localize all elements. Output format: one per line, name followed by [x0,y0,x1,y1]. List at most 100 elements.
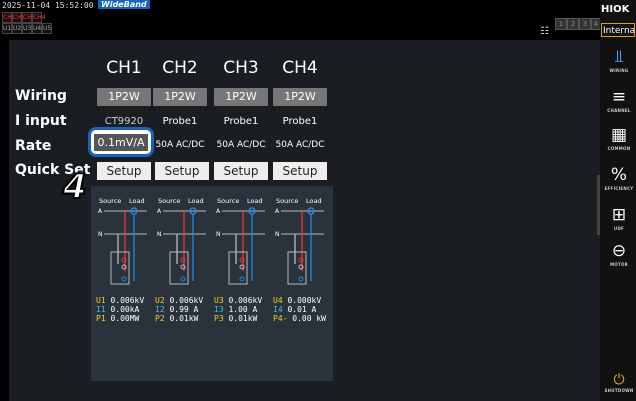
wiring-button-ch4[interactable]: 1P2W [273,88,327,106]
slot-indicator: 1 [555,18,567,30]
wiring-diagram-svg: Source LoadANSource LoadANSource LoadANSour… [98,197,324,285]
rate-ch2[interactable]: 50A AC/DC [150,140,210,150]
step-number: 4 [62,166,88,208]
reading-label: U2 [155,296,165,305]
wiring-subdiagram: Source Load A N [275,197,324,285]
sidebar-item-label: CHANNEL [607,108,631,113]
shutdown-icon: ⏻ [613,372,625,388]
neutral-label: N [275,231,280,238]
channel-header: CH3 [223,58,259,78]
phase-a-label: A [98,208,103,215]
reading-label: P4- [273,314,288,323]
mode-indicator[interactable]: Interna [601,23,635,37]
source-label: Source [217,197,239,205]
wiring-label: Wiring [15,88,67,104]
sidebar-item-shutdown[interactable]: ⏻ SHUTDOWN [603,372,635,393]
reading-value: 0.00kA [110,305,140,314]
reading-label: I3 [214,305,224,314]
range-indicator: U1 [2,23,12,34]
reading-value: 0.01kW [169,314,199,323]
reading-label: P2 [155,314,165,323]
reading-label: U4 [273,296,283,305]
i-input-label: I input [15,113,67,129]
reading-value: 0.006kV [228,296,263,305]
rate-ch3[interactable]: 50A AC/DC [211,140,271,150]
setup-button-ch1[interactable]: Setup [97,162,151,180]
sidebar-item-label: MOTOR [609,262,629,267]
channel-header: CH4 [282,58,318,78]
reading-label: U3 [214,296,224,305]
reading-label: P1 [96,314,106,323]
sidebar-item-wiring[interactable]: ⫫ WIRING [603,46,635,73]
reading-label: I4 [273,305,283,314]
setup-button-ch4[interactable]: Setup [273,162,327,180]
reading-value: 1.00 A [228,305,258,314]
wideband-badge: WideBand [98,0,150,9]
slot-indicator: 3 [579,18,591,30]
load-label: Load [129,197,145,205]
scrollbar[interactable] [597,175,600,235]
channel-icon: ≡ [611,87,627,107]
current-terminal [239,276,245,282]
i-input-ch2[interactable]: Probe1 [150,116,210,127]
reading-value: 0.99 A [169,305,199,314]
range-indicator: CH1 [2,12,16,23]
range-indicator: U4 [32,23,42,34]
slot-indicator: 2 [567,18,579,30]
setup-button-ch2[interactable]: Setup [155,162,209,180]
wiring-subdiagram: Source Load A N [98,197,147,285]
rate-label: Rate [15,138,52,154]
common-icon: ▦ [610,125,628,145]
wiring-button-ch3[interactable]: 1P2W [214,88,268,106]
network-icon: ☷ [540,26,549,37]
sidebar-item-label: WIRING [609,68,629,73]
current-terminal [121,276,127,282]
range-indicator: CH4 [32,12,46,23]
sidebar-item-channel[interactable]: ≡ CHANNEL [603,86,635,113]
phase-a-label: A [216,208,221,215]
neutral-label: N [157,231,162,238]
sidebar-item-label: UDF [613,226,625,231]
sidebar-item-label: COMMON [607,146,631,151]
source-label: Source [99,197,121,205]
i-input-ch3[interactable]: Probe1 [211,116,271,127]
wiring-diagram: Source Load A N Source Load A N Source Load A N Sour… [91,186,333,381]
current-terminal [180,276,186,282]
wiring-subdiagram: Source Load A N [216,197,265,285]
channel-header: CH2 [162,58,198,78]
source-label: Source [276,197,298,205]
i-input-ch4[interactable]: Probe1 [270,116,330,127]
reading-label: I2 [155,305,165,314]
reading-block-ch1: U1 0.006kV I1 0.00kA P1 0.00MW [96,296,144,323]
sidebar-item-udf[interactable]: ⊞ UDF [603,204,635,231]
reading-label: I1 [96,305,106,314]
sidebar-item-motor[interactable]: ⊖ MOTOR [603,240,635,267]
sidebar-item-label: EFFICIENCY [604,186,634,191]
sidebar-item-label: SHUTDOWN [604,388,634,393]
wiring-button-ch1[interactable]: 1P2W [97,88,151,106]
load-label: Load [306,197,322,205]
reading-label: U1 [96,296,106,305]
source-label: Source [158,197,180,205]
rate-ch4[interactable]: 50A AC/DC [270,140,330,150]
sidebar-item-efficiency[interactable]: % EFFICIENCY [603,164,635,191]
motor-icon: ⊖ [611,241,627,261]
reading-block-ch2: U2 0.006kV I2 0.99 A P2 0.01kW [155,296,203,323]
rate-button-ch1[interactable]: 0.1mV/A [94,134,148,151]
neutral-label: N [216,231,221,238]
reading-value: 0.006kV [110,296,145,305]
current-terminal [298,276,304,282]
reading-value: 0.000kV [287,296,322,305]
wiring-icon: ⫫ [614,47,624,67]
reading-label: P3 [214,314,224,323]
sidebar-item-common[interactable]: ▦ COMMON [603,124,635,151]
wiring-button-ch2[interactable]: 1P2W [153,88,207,106]
phase-a-label: A [157,208,162,215]
reading-value: 0.01kW [228,314,258,323]
channel-header: CH1 [106,58,142,78]
reading-value: 0.00 kW [292,314,326,323]
reading-block-ch4: U4 0.000kV I4 0.01 A P4- 0.00 kW [273,296,326,323]
range-indicator: CH2 [12,12,26,23]
setup-button-ch3[interactable]: Setup [214,162,268,180]
i-input-ch1[interactable]: CT9920 [94,116,154,127]
